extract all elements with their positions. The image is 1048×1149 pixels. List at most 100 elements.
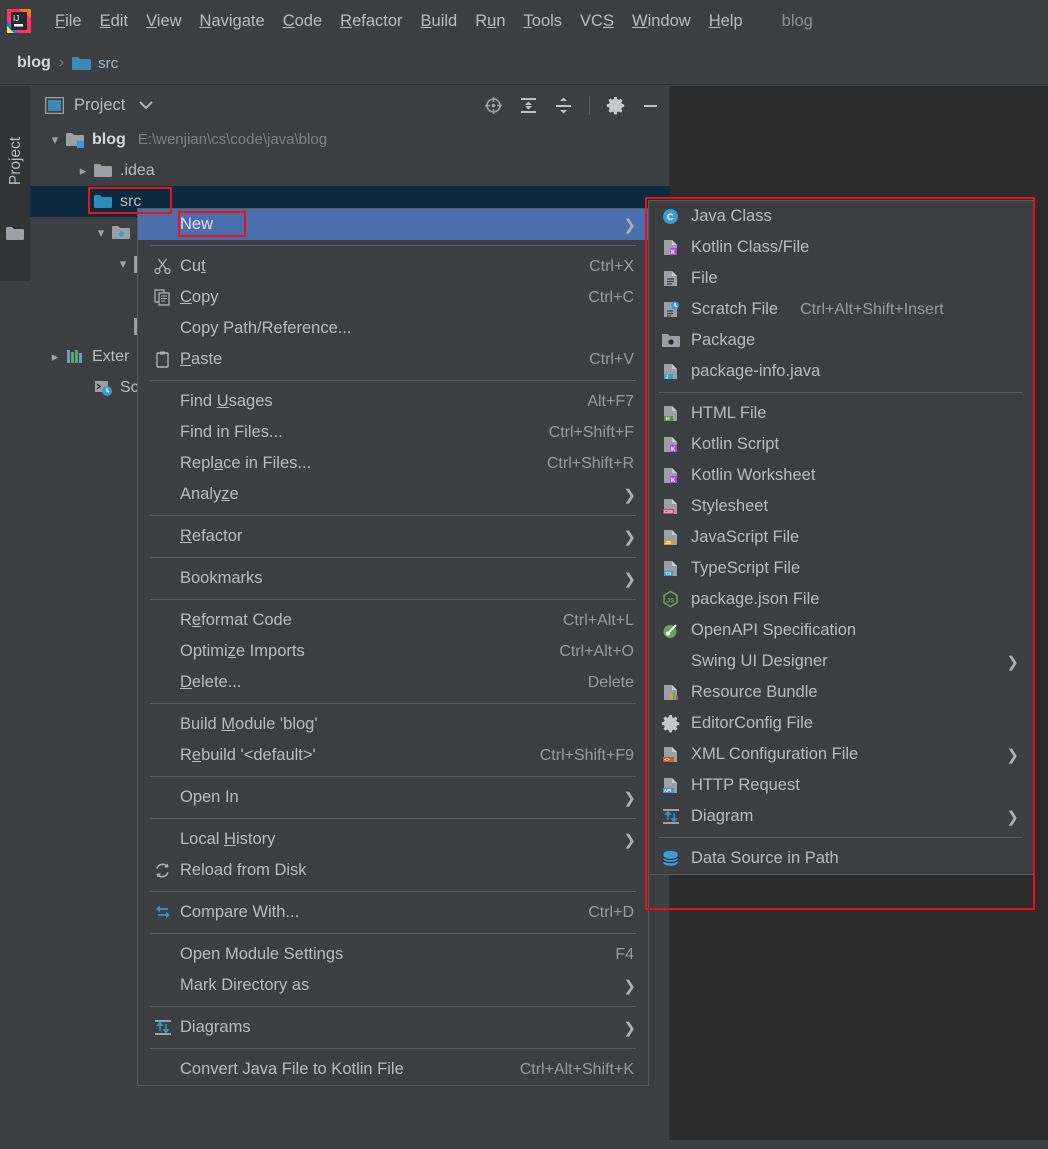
svg-text:CSS: CSS: [664, 509, 673, 514]
context-menu-item-copy-path[interactable]: Copy Path/Reference...: [138, 313, 648, 344]
menu-window[interactable]: Window: [623, 9, 700, 34]
context-menu-label-find-usages: Find Usages: [180, 392, 273, 410]
kotlin-file-icon: K: [661, 238, 691, 257]
new-submenu-item-typescript-file[interactable]: TS TypeScript File: [649, 553, 1033, 584]
svg-text:IJ: IJ: [13, 14, 19, 23]
new-submenu-item-resource-bundle[interactable]: Resource Bundle: [649, 677, 1033, 708]
menu-tools[interactable]: Tools: [515, 9, 572, 34]
new-submenu-item-swing-ui-designer[interactable]: Swing UI Designer ❯: [649, 646, 1033, 677]
new-submenu-label-stylesheet: Stylesheet: [691, 497, 769, 515]
new-submenu-item-data-source-in-path[interactable]: Data Source in Path: [649, 843, 1033, 874]
context-menu-item-analyze[interactable]: Analyze ❯: [138, 479, 648, 510]
chevron-down-icon[interactable]: ▾: [44, 132, 66, 148]
context-menu-shortcut-delete: Delete: [587, 673, 634, 691]
context-menu-item-local-history[interactable]: Local History ❯: [138, 824, 648, 855]
hide-panel-icon[interactable]: [641, 96, 660, 115]
gear-icon[interactable]: [606, 96, 625, 115]
chevron-right-icon[interactable]: ▸: [72, 163, 94, 179]
package-icon: [112, 225, 131, 241]
context-menu-label-open-in: Open In: [180, 788, 239, 806]
new-submenu-item-java-class[interactable]: C Java Class: [649, 201, 1033, 232]
menu-refactor[interactable]: Refactor: [331, 9, 411, 34]
context-menu-shortcut-cut: Ctrl+X: [589, 257, 634, 275]
new-submenu-item-package-json-file[interactable]: JS package.json File: [649, 584, 1033, 615]
breadcrumb-current[interactable]: src: [98, 55, 118, 72]
menu-edit[interactable]: Edit: [91, 9, 137, 34]
context-menu-item-reload-from-disk[interactable]: Reload from Disk: [138, 855, 648, 886]
module-folder-icon: [66, 132, 85, 148]
new-submenu-label-http-request: HTTP Request: [691, 776, 800, 794]
new-submenu-item-xml-configuration-file[interactable]: <> XML Configuration File ❯: [649, 739, 1033, 770]
copy-icon: [154, 289, 180, 306]
menu-separator: [150, 776, 636, 777]
new-submenu-item-http-request[interactable]: API HTTP Request: [649, 770, 1033, 801]
context-menu-item-new[interactable]: New ❯: [138, 209, 648, 240]
chevron-down-icon[interactable]: ▾: [90, 225, 112, 241]
context-menu-item-mark-directory-as[interactable]: Mark Directory as ❯: [138, 970, 648, 1001]
context-menu-label-copy: Copy: [180, 288, 219, 306]
new-submenu-item-file[interactable]: File: [649, 263, 1033, 294]
new-submenu-item-kotlin-class-file[interactable]: K Kotlin Class/File: [649, 232, 1033, 263]
menu-help[interactable]: Help: [700, 9, 752, 34]
expand-all-icon[interactable]: [519, 96, 538, 115]
menu-file[interactable]: File: [46, 9, 91, 34]
context-menu-item-bookmarks[interactable]: Bookmarks ❯: [138, 563, 648, 594]
new-submenu-item-editorconfig-file[interactable]: EditorConfig File: [649, 708, 1033, 739]
chevron-right-icon[interactable]: ▸: [44, 349, 66, 365]
new-submenu-label-typescript-file: TypeScript File: [691, 559, 801, 577]
menu-separator: [150, 245, 636, 246]
tool-window-button-project[interactable]: Project: [0, 86, 30, 281]
context-menu-shortcut-optimize-imports: Ctrl+Alt+O: [559, 642, 634, 660]
project-panel-toolbar: [484, 86, 660, 124]
new-submenu-label-xml-configuration-file: XML Configuration File: [691, 745, 859, 763]
new-submenu-item-package[interactable]: Package: [649, 325, 1033, 356]
menu-code[interactable]: Code: [274, 9, 331, 34]
package-icon: [661, 332, 691, 349]
context-menu-label-delete: Delete...: [180, 673, 242, 691]
new-submenu-item-html-file[interactable]: H HTML File: [649, 398, 1033, 429]
context-menu-item-paste[interactable]: Paste Ctrl+V: [138, 344, 648, 375]
menu-run[interactable]: Run: [466, 9, 514, 34]
context-menu-item-build-module[interactable]: Build Module 'blog': [138, 709, 648, 740]
xml-file-icon: <>: [661, 745, 691, 764]
new-submenu: C Java Class K Kotlin Class/File File Sc…: [648, 200, 1034, 875]
context-menu-item-open-module-settings[interactable]: Open Module Settings F4: [138, 939, 648, 970]
context-menu-item-convert-java-to-kotlin[interactable]: Convert Java File to Kotlin File Ctrl+Al…: [138, 1054, 648, 1085]
new-submenu-item-kotlin-script[interactable]: K Kotlin Script: [649, 429, 1033, 460]
context-menu-item-rebuild[interactable]: Rebuild '<default>' Ctrl+Shift+F9: [138, 740, 648, 771]
context-menu-item-refactor[interactable]: Refactor ❯: [138, 521, 648, 552]
context-menu-item-find-usages[interactable]: Find Usages Alt+F7: [138, 386, 648, 417]
context-menu-item-copy[interactable]: Copy Ctrl+C: [138, 282, 648, 313]
java-class-icon: C: [661, 207, 691, 226]
context-menu-item-replace-in-files[interactable]: Replace in Files... Ctrl+Shift+R: [138, 448, 648, 479]
new-submenu-item-stylesheet[interactable]: CSS Stylesheet: [649, 491, 1033, 522]
chevron-down-icon[interactable]: ▾: [112, 256, 134, 272]
menu-navigate[interactable]: Navigate: [191, 9, 274, 34]
datasource-icon: [661, 849, 691, 868]
context-menu-item-delete[interactable]: Delete... Delete: [138, 667, 648, 698]
context-menu-item-reformat-code[interactable]: Reformat Code Ctrl+Alt+L: [138, 605, 648, 636]
context-menu-item-optimize-imports[interactable]: Optimize Imports Ctrl+Alt+O: [138, 636, 648, 667]
chevron-down-icon[interactable]: [139, 100, 154, 110]
context-menu-item-compare-with[interactable]: Compare With... Ctrl+D: [138, 897, 648, 928]
new-submenu-item-kotlin-worksheet[interactable]: K Kotlin Worksheet: [649, 460, 1033, 491]
new-submenu-item-openapi-specification[interactable]: OpenAPI Specification: [649, 615, 1033, 646]
menu-vcs[interactable]: VCS: [571, 9, 623, 34]
menu-build[interactable]: Build: [412, 9, 467, 34]
new-submenu-item-diagram[interactable]: Diagram ❯: [649, 801, 1033, 832]
collapse-all-icon[interactable]: [554, 96, 573, 115]
folder-icon[interactable]: [6, 226, 24, 241]
context-menu-item-cut[interactable]: Cut Ctrl+X: [138, 251, 648, 282]
breadcrumb-project[interactable]: blog: [17, 54, 51, 72]
context-menu-item-find-in-files[interactable]: Find in Files... Ctrl+Shift+F: [138, 417, 648, 448]
menu-separator: [150, 599, 636, 600]
new-submenu-item-javascript-file[interactable]: JS JavaScript File: [649, 522, 1033, 553]
tree-row-idea[interactable]: ▸ .idea: [30, 155, 670, 186]
select-opened-file-icon[interactable]: [484, 96, 503, 115]
new-submenu-item-package-info-java[interactable]: J package-info.java: [649, 356, 1033, 387]
context-menu-item-open-in[interactable]: Open In ❯: [138, 782, 648, 813]
menu-view[interactable]: View: [137, 9, 190, 34]
context-menu-item-diagrams[interactable]: Diagrams ❯: [138, 1012, 648, 1043]
new-submenu-item-scratch-file[interactable]: Scratch File Ctrl+Alt+Shift+Insert: [649, 294, 1033, 325]
tree-row-blog[interactable]: ▾ blog E:\wenjian\cs\code\java\blog: [30, 124, 670, 155]
